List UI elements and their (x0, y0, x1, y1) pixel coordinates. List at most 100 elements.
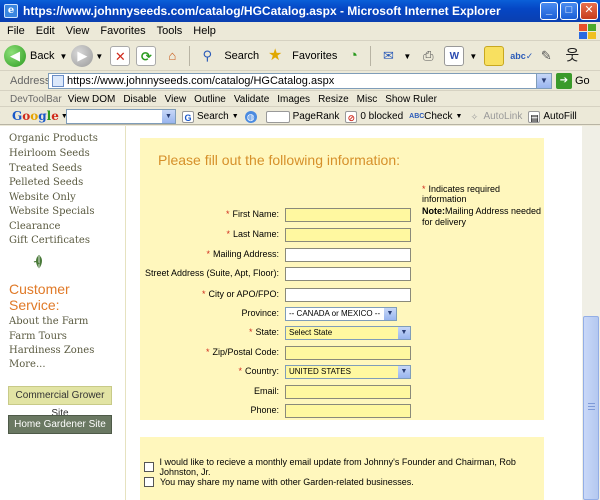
country-dropdown-icon[interactable]: ▼ (398, 366, 410, 378)
state-label-text: State: (255, 327, 279, 337)
sidebar-link-gift-certificates[interactable]: Gift Certificates (9, 235, 90, 246)
google-logo[interactable]: Google (12, 109, 59, 123)
google-logo-letter: G (12, 109, 23, 123)
menu-tools[interactable]: Tools (157, 25, 183, 37)
stop-icon[interactable]: ✕ (110, 46, 131, 66)
last-name-input[interactable] (285, 228, 411, 242)
share-name-checkbox[interactable] (144, 477, 154, 487)
menu-view[interactable]: View (66, 25, 90, 37)
word-edit-icon[interactable]: W (444, 46, 465, 66)
dev-disable[interactable]: Disable (123, 94, 156, 105)
dev-misc[interactable]: Misc (357, 94, 378, 105)
search-button[interactable]: Search (224, 50, 259, 62)
sidebar-link-treated[interactable]: Treated Seeds (9, 163, 82, 174)
autolink-button[interactable]: ✧ AutoLink (468, 111, 523, 123)
menu-favorites[interactable]: Favorites (100, 25, 145, 37)
back-arrow-icon[interactable]: ◀ (4, 45, 26, 67)
minimize-button[interactable]: _ (540, 2, 558, 20)
phone-input[interactable] (285, 404, 411, 418)
maximize-button[interactable]: □ (560, 2, 578, 20)
home-icon[interactable]: ⌂ (162, 46, 182, 66)
edit-dropdown-icon[interactable]: ▼ (469, 52, 477, 61)
sidebar-link-website-specials[interactable]: Website Specials (9, 206, 95, 217)
home-gardener-button[interactable]: Home Gardener Site (8, 415, 112, 434)
favorites-button[interactable]: Favorites (292, 50, 337, 62)
messenger-icon[interactable]: 웃 (562, 46, 582, 66)
spellcheck-button[interactable]: ABC Check ▼ (409, 111, 462, 123)
google-search-dropdown-icon[interactable]: ▼ (162, 110, 175, 123)
google-site-search-button[interactable]: ◍ (244, 110, 260, 123)
back-dropdown-icon[interactable]: ▼ (59, 52, 67, 61)
favorites-star-icon[interactable]: ★ (265, 46, 285, 66)
required-star: * (422, 184, 426, 194)
forward-arrow-icon[interactable]: ▶ (71, 45, 94, 67)
dev-images[interactable]: Images (277, 94, 310, 105)
back-button[interactable]: Back (30, 50, 54, 62)
commercial-grower-button[interactable]: Commercial Grower Site (8, 386, 112, 419)
dev-outline[interactable]: Outline (194, 94, 226, 105)
sidebar-link-website-only[interactable]: Website Only (9, 192, 76, 203)
scrollbar-thumb[interactable] (583, 316, 599, 500)
spellcheck-icon[interactable]: abc✓ (510, 46, 533, 66)
sidebar-link-pelleted[interactable]: Pelleted Seeds (9, 177, 83, 188)
country-select[interactable]: UNITED STATES ▼ (285, 365, 411, 379)
zip-input[interactable] (285, 346, 411, 360)
close-button[interactable]: ✕ (580, 2, 598, 20)
sidebar-link-about-farm[interactable]: About the Farm (9, 316, 88, 327)
check-dropdown-icon[interactable]: ▼ (456, 113, 463, 120)
menu-file[interactable]: File (7, 25, 25, 37)
dev-validate[interactable]: Validate (234, 94, 269, 105)
go-button[interactable]: Go (575, 75, 590, 87)
first-name-input[interactable] (285, 208, 411, 222)
discuss-icon[interactable] (484, 46, 505, 66)
mail-dropdown-icon[interactable]: ▼ (403, 52, 411, 61)
state-label: * State: (249, 327, 279, 337)
state-select-value: Select State (289, 328, 333, 337)
google-search-input[interactable]: ▼ (66, 109, 176, 124)
email-label: Email: (253, 386, 279, 396)
google-search-button[interactable]: G Search ▼ (182, 110, 239, 123)
address-input[interactable]: https://www.johnnyseeds.com/catalog/HGCa… (48, 73, 552, 89)
print-icon[interactable]: ⎙ (418, 46, 438, 66)
mailing-address-input[interactable] (285, 248, 411, 262)
menu-help[interactable]: Help (193, 25, 216, 37)
sidebar-link-farm-tours[interactable]: Farm Tours (9, 331, 67, 342)
sidebar-link-clearance[interactable]: Clearance (9, 221, 60, 232)
autofill-button[interactable]: ▤ AutoFill (528, 110, 577, 123)
street-address-input[interactable] (285, 267, 411, 281)
dev-resize[interactable]: Resize (318, 94, 349, 105)
address-url[interactable]: https://www.johnnyseeds.com/catalog/HGCa… (67, 75, 334, 87)
edit-pencil-icon[interactable]: ✎ (536, 46, 556, 66)
google-g-icon: G (182, 110, 194, 123)
google-search-options-icon[interactable]: ▼ (232, 113, 239, 120)
abc-check-icon: ABC (409, 112, 425, 120)
refresh-icon[interactable]: ⟳ (136, 46, 157, 66)
pagerank-button[interactable]: PageRank (265, 110, 339, 123)
popup-blocker-button[interactable]: ⊘ 0 blocked (345, 110, 403, 123)
email-input[interactable] (285, 385, 411, 399)
search-icon[interactable]: ⚲ (197, 46, 217, 66)
go-arrow-icon[interactable]: ➔ (556, 73, 572, 89)
state-select[interactable]: Select State ▼ (285, 326, 411, 340)
state-dropdown-icon[interactable]: ▼ (398, 327, 410, 339)
globe-icon: ◍ (244, 110, 257, 123)
monthly-email-checkbox[interactable] (144, 462, 154, 472)
dev-view[interactable]: View (165, 94, 187, 105)
sidebar-link-hardiness-zones[interactable]: Hardiness Zones (9, 345, 94, 356)
vertical-scrollbar[interactable] (582, 126, 600, 500)
province-select[interactable]: -- CANADA or MEXICO -- ▼ (285, 307, 397, 321)
sidebar-link-more[interactable]: More... (9, 359, 46, 370)
address-dropdown-icon[interactable]: ▼ (536, 74, 551, 88)
city-input[interactable] (285, 288, 411, 302)
history-icon[interactable]: ◔ (343, 46, 363, 66)
menu-bar: File Edit View Favorites Tools Help (0, 22, 600, 41)
menu-edit[interactable]: Edit (36, 25, 55, 37)
province-dropdown-icon[interactable]: ▼ (384, 308, 396, 320)
required-star: * (205, 347, 210, 357)
sidebar-link-heirloom[interactable]: Heirloom Seeds (9, 148, 90, 159)
forward-dropdown-icon[interactable]: ▼ (95, 52, 103, 61)
mail-icon[interactable]: ✉ (378, 46, 398, 66)
dev-show-ruler[interactable]: Show Ruler (385, 94, 437, 105)
dev-view-dom[interactable]: View DOM (68, 94, 116, 105)
sidebar-link-organic[interactable]: Organic Products (9, 133, 98, 144)
